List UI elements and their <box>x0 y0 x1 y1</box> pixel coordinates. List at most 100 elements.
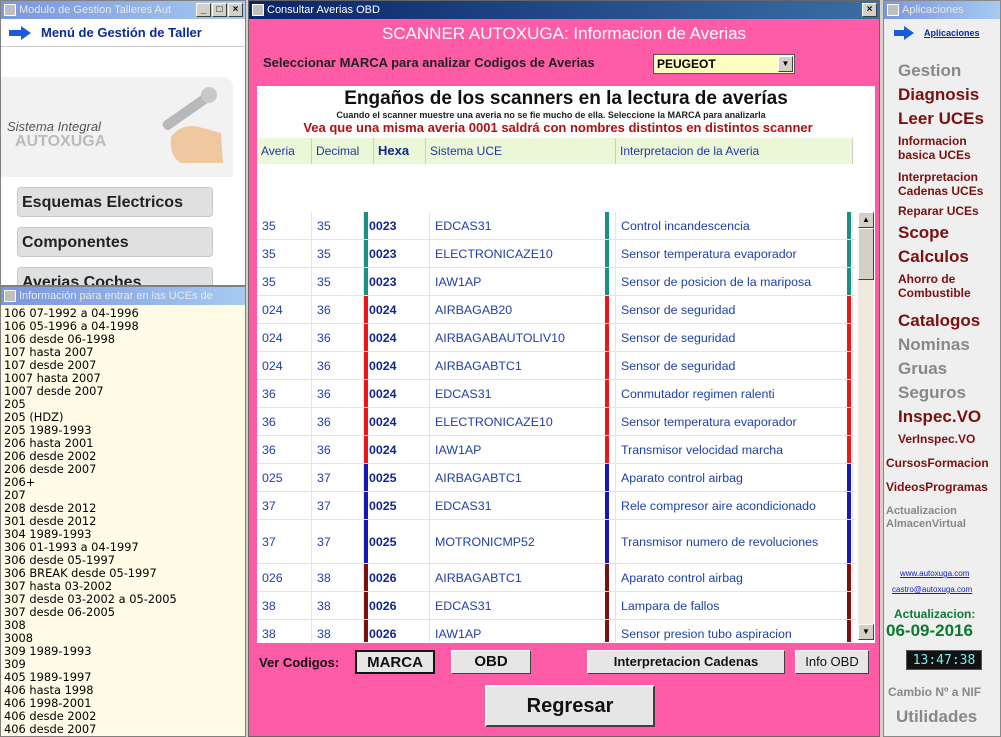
list-item[interactable]: 406 desde 2007 <box>4 723 242 736</box>
cell-averia: 36 <box>257 436 312 463</box>
cell-decimal: 38 <box>312 564 364 591</box>
table-row[interactable]: 025 37 0025 AIRBAGABTC1 Aparato control airb… <box>257 464 855 492</box>
table-row[interactable]: 37 37 0025 MOTRONICMP52 Transmisor numero de… <box>257 520 855 564</box>
info-obd-button[interactable]: Info OBD <box>795 650 869 674</box>
table-row[interactable]: 36 36 0024 IAW1AP Transmisor velocidad march… <box>257 436 855 464</box>
app-item[interactable]: Actualizacion AlmacenVirtual <box>886 505 966 530</box>
cell-decimal: 36 <box>312 408 364 435</box>
table-row[interactable]: 38 38 0026 IAW1AP Sensor presion tubo aspira… <box>257 620 855 642</box>
componentes-button[interactable]: Componentes <box>17 227 213 257</box>
table-row[interactable]: 37 37 0025 EDCAS31 Rele compresor aire acond… <box>257 492 855 520</box>
chevron-down-icon[interactable]: ▼ <box>778 56 793 72</box>
esquemas-electricos-button[interactable]: Esquemas Electricos <box>17 187 213 217</box>
app-item[interactable]: Seguros <box>898 383 966 403</box>
website-link[interactable]: www.autoxuga.com <box>900 569 969 578</box>
averias-coches-button[interactable]: Averias Coches <box>17 267 213 285</box>
uce-info-title: Información para entrar en las UCEs de <box>19 290 213 302</box>
cell-interp: Sensor temperatura evaporador <box>616 408 853 435</box>
table-row[interactable]: 38 38 0026 EDCAS31 Lampara de fallos <box>257 592 855 620</box>
app-item[interactable]: VideosProgramas <box>886 480 988 495</box>
cell-averia: 024 <box>257 352 312 379</box>
cell-interp: Sensor de seguridad <box>616 324 853 351</box>
obd-button[interactable]: OBD <box>451 650 531 674</box>
app-item[interactable]: Ahorro de Combustible <box>898 272 971 301</box>
cell-decimal: 38 <box>312 620 364 642</box>
apps-window: Aplicaciones Aplicaciones Gestion Diagnos… <box>883 0 1001 737</box>
table-row[interactable]: 36 36 0024 EDCAS31 Conmutador regimen ralent… <box>257 380 855 408</box>
group-color-bar <box>364 268 368 295</box>
cell-interp: Aparato control airbag <box>616 464 853 491</box>
marca-button[interactable]: MARCA <box>355 650 435 674</box>
utilidades-item[interactable]: Utilidades <box>896 707 977 727</box>
table-row[interactable]: 35 35 0023 ELECTRONICAZE10 Sensor temperatur… <box>257 240 855 268</box>
app-item[interactable]: Leer UCEs <box>898 109 984 129</box>
logo-line1: Sistema Integral <box>7 119 101 134</box>
obd-titlebar[interactable]: Consultar Averias OBD × <box>249 1 879 19</box>
cell-interp: Conmutador regimen ralenti <box>616 380 853 407</box>
scanner-header: SCANNER AUTOXUGA: Informacion de Averias <box>381 24 747 43</box>
cambio-nif-item[interactable]: Cambio Nº a NIF <box>888 685 981 699</box>
app-item[interactable]: Inspec.VO <box>898 407 981 427</box>
group-color-bar <box>364 520 368 563</box>
app-item[interactable]: Interpretacion Cadenas UCEs <box>898 170 983 199</box>
interpretacion-cadenas-button[interactable]: Interpretacion Cadenas <box>587 650 785 674</box>
app-item[interactable]: Gestion <box>898 61 961 81</box>
group-color-bar <box>847 592 851 619</box>
app-item[interactable]: Nominas <box>898 335 970 355</box>
regresar-button[interactable]: Regresar <box>485 685 655 727</box>
table-scrollbar[interactable]: ▲ ▼ <box>858 212 874 640</box>
list-item[interactable]: 307 desde 06-2005 <box>4 606 242 619</box>
app-item[interactable]: Diagnosis <box>898 85 979 105</box>
table-row[interactable]: 35 35 0023 IAW1AP Sensor de posicion de la m… <box>257 268 855 296</box>
group-color-bar <box>605 352 609 379</box>
menu-title[interactable]: Menú de Gestión de Taller <box>41 25 202 40</box>
table-row[interactable]: 024 36 0024 AIRBAGAB20 Sensor de seguridad <box>257 296 855 324</box>
app-item[interactable]: VerInspec.VO <box>898 432 975 447</box>
group-color-bar <box>364 352 368 379</box>
module-window-titlebar[interactable]: Modulo de Gestion Talleres Aut _ □ × <box>1 1 245 19</box>
scroll-down-icon[interactable]: ▼ <box>858 624 874 640</box>
group-color-bar <box>364 212 368 239</box>
brand-select[interactable]: PEUGEOT ▼ <box>653 54 795 74</box>
app-item[interactable]: Reparar UCEs <box>898 204 979 219</box>
table-row[interactable]: 026 38 0026 AIRBAGABTC1 Aparato control airb… <box>257 564 855 592</box>
app-icon <box>252 4 264 16</box>
group-color-bar <box>605 464 609 491</box>
cell-averia: 36 <box>257 380 312 407</box>
table-row[interactable]: 36 36 0024 ELECTRONICAZE10 Sensor temperatur… <box>257 408 855 436</box>
uce-info-titlebar[interactable]: Información para entrar en las UCEs de <box>1 287 245 305</box>
cell-decimal: 36 <box>312 324 364 351</box>
cell-interp: Sensor de posicion de la mariposa <box>616 268 853 295</box>
app-icon <box>4 4 16 16</box>
group-color-bar <box>364 492 368 519</box>
col-hexa: Hexa <box>374 138 426 164</box>
close-button[interactable]: × <box>228 3 243 17</box>
email-link[interactable]: castro@autoxuga.com <box>892 585 972 594</box>
scroll-thumb[interactable] <box>858 228 874 280</box>
scroll-up-icon[interactable]: ▲ <box>858 212 874 228</box>
table-row[interactable]: 35 35 0023 EDCAS31 Control incandescencia <box>257 212 855 240</box>
group-color-bar <box>364 240 368 267</box>
cell-decimal: 35 <box>312 240 364 267</box>
list-item[interactable]: 206+ <box>4 476 242 489</box>
list-item[interactable]: 206 desde 2007 <box>4 463 242 476</box>
apps-head-link[interactable]: Aplicaciones <box>924 28 980 38</box>
maximize-button[interactable]: □ <box>212 3 227 17</box>
apps-titlebar[interactable]: Aplicaciones <box>884 1 1000 19</box>
app-item[interactable]: CursosFormacion <box>886 456 989 471</box>
minimize-button[interactable]: _ <box>196 3 211 17</box>
group-color-bar <box>847 380 851 407</box>
app-item[interactable]: Informacion basica UCEs <box>898 134 971 163</box>
app-item[interactable]: Calculos <box>898 247 969 267</box>
list-item[interactable]: 309 1989-1993 <box>4 645 242 658</box>
app-item[interactable]: Gruas <box>898 359 947 379</box>
group-color-bar <box>364 324 368 351</box>
close-button[interactable]: × <box>862 3 877 17</box>
app-item[interactable]: Scope <box>898 223 949 243</box>
list-item[interactable]: 308 <box>4 619 242 632</box>
table-row[interactable]: 024 36 0024 AIRBAGABAUTOLIV10 Sensor de segu… <box>257 324 855 352</box>
list-item[interactable]: 1007 desde 2007 <box>4 385 242 398</box>
app-item[interactable]: Catalogos <box>898 311 980 331</box>
table-row[interactable]: 024 36 0024 AIRBAGABTC1 Sensor de seguridad <box>257 352 855 380</box>
cell-interp: Transmisor velocidad marcha <box>616 436 853 463</box>
